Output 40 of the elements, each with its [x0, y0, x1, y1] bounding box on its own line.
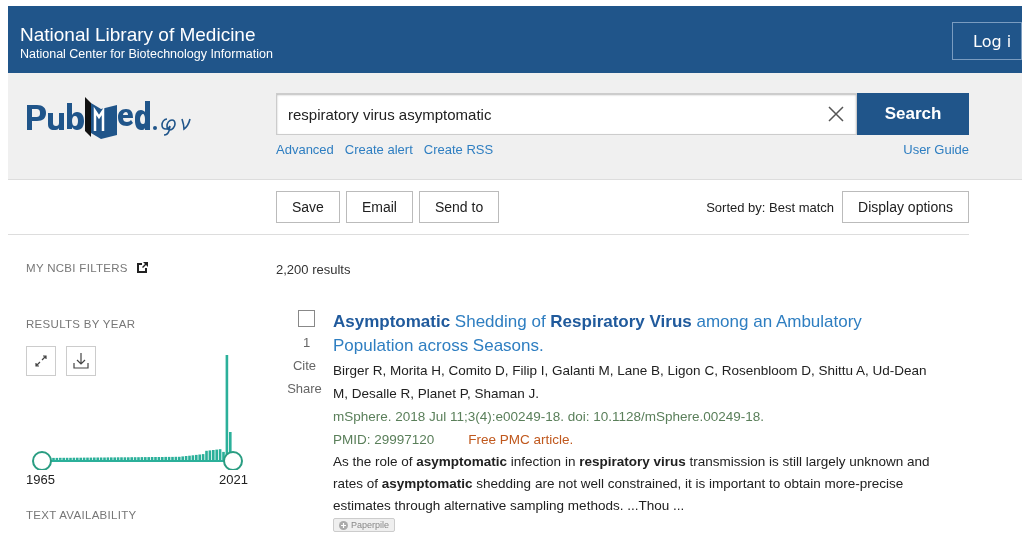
search-link[interactable]: Create RSS — [423, 142, 494, 157]
download-button[interactable] — [66, 346, 96, 376]
toolbar-button[interactable]: Save — [276, 191, 340, 223]
result-title[interactable]: Asymptomatic Shedding of Respiratory Virus among an Ambulatory Population across Seasons. — [333, 310, 893, 358]
display-options-button[interactable]: Display options — [842, 191, 969, 223]
toolbar-button[interactable]: Send to — [418, 191, 500, 223]
result-pmid: PMID: 29997120 — [333, 431, 435, 449]
download-icon — [72, 352, 90, 370]
search-button[interactable]: Search — [857, 93, 969, 135]
share-link[interactable]: Share — [287, 381, 322, 396]
year-label: 1965 — [26, 472, 55, 487]
search-bar[interactable]: respiratory virus asymptomatic — [276, 93, 857, 135]
year-heading: RESULTS BY YEAR — [26, 318, 137, 330]
slider-handle[interactable] — [223, 451, 243, 470]
cite-link[interactable]: Cite — [292, 358, 317, 373]
search-link[interactable]: Create alert — [344, 142, 413, 157]
user-guide-link[interactable]: User Guide — [903, 142, 969, 157]
result-number: 1 — [302, 335, 311, 350]
year-label: 2021 — [219, 472, 248, 487]
search-input[interactable]: respiratory virus asymptomatic — [277, 104, 816, 124]
filters-heading: MY NCBI FILTERS — [26, 261, 128, 274]
result-snippet: As the role of asymptomatic infection in respiratory virus transmission is still largely unknown and rates of asymptomatic shedding are not well constrained, it is important to obtain more-precise estimates through alternative sampling methods. ...Thou ... — [333, 453, 931, 515]
result-citation: mSphere. 2018 Jul 11;3(4):e00249-18. doi: 10.1128/mSphere.00249-18. — [333, 408, 766, 426]
expand-button[interactable] — [26, 346, 56, 376]
result-authors: Birger R, Morita H, Comito D, Filip I, Galanti M, Lane B, Ligon C, Rosenbloom D, Shittu A, Ud-Dean M, Desalle R, Planet P, Shaman J. — [333, 362, 928, 403]
search-link[interactable]: Advanced — [276, 142, 334, 157]
external-link-icon[interactable] — [135, 261, 149, 274]
text-availability-heading: TEXT AVAILABILITY — [26, 509, 138, 521]
plus-icon — [339, 520, 348, 530]
result-checkbox[interactable] — [297, 310, 315, 327]
site-subtitle: National Center for Biotechnology Information — [20, 46, 273, 62]
login-button[interactable]: Log i — [952, 22, 1022, 60]
site-title[interactable]: National Library of Medicine — [20, 24, 273, 46]
toolbar-button[interactable]: Email — [345, 191, 413, 223]
slider-handle[interactable] — [32, 451, 52, 470]
free-article-label: Free PMC article. — [468, 431, 574, 449]
sort-label: Sorted by: Best match — [706, 199, 835, 215]
results-count: 2,200 results — [276, 262, 352, 277]
expand-icon — [34, 354, 48, 368]
close-icon[interactable] — [827, 105, 845, 123]
